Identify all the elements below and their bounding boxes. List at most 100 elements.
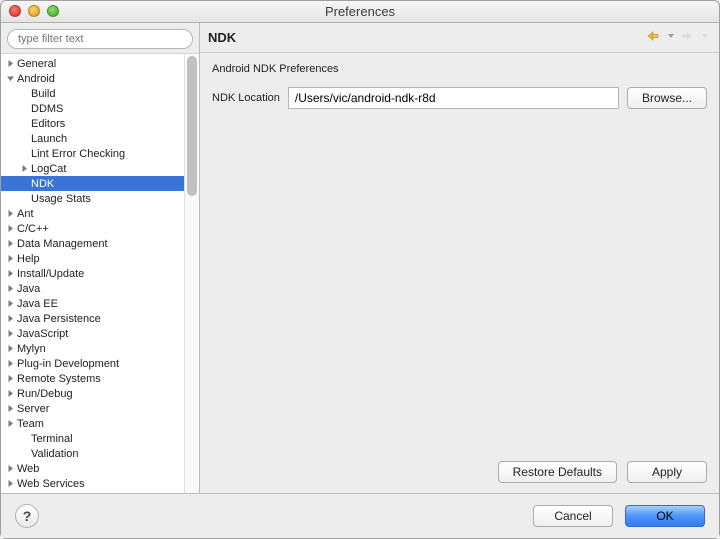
disclosure-triangle-icon[interactable] [5, 389, 15, 399]
disclosure-triangle-icon[interactable] [5, 284, 15, 294]
tree-item-javascript[interactable]: JavaScript [1, 326, 199, 341]
tree-item-label: Java EE [16, 298, 58, 310]
tree-item-label: Run/Debug [16, 388, 73, 400]
window-title: Preferences [1, 4, 719, 19]
disclosure-triangle-icon[interactable] [5, 329, 15, 339]
disclosure-triangle-icon[interactable] [19, 164, 29, 174]
sidebar: General AndroidBuild DDMSEditors LaunchLint… [1, 23, 200, 493]
forward-arrow-icon[interactable] [679, 29, 697, 46]
tree-item-label: C/C++ [16, 223, 49, 235]
disclosure-triangle-icon[interactable] [5, 344, 15, 354]
tree-item-label: Server [16, 403, 49, 415]
header-toolbar [645, 29, 709, 46]
tree-item-team[interactable]: Team [1, 416, 199, 431]
tree-item-data-management[interactable]: Data Management [1, 236, 199, 251]
tree-item-label: Data Management [16, 238, 108, 250]
tree-item-editors[interactable]: Editors [1, 116, 199, 131]
ok-button[interactable]: OK [625, 505, 705, 527]
cancel-button[interactable]: Cancel [533, 505, 613, 527]
tree-item-help[interactable]: Help [1, 251, 199, 266]
tree-item-label: Usage Stats [30, 193, 91, 205]
tree-item-c-c-[interactable]: C/C++ [1, 221, 199, 236]
tree-item-lint-error-checking[interactable]: Lint Error Checking [1, 146, 199, 161]
tree-item-validation[interactable]: Validation [1, 446, 199, 461]
filter-input[interactable] [7, 29, 193, 49]
tree-item-label: Android [16, 73, 55, 85]
disclosure-triangle-icon[interactable] [5, 59, 15, 69]
zoom-window-button[interactable] [47, 5, 59, 17]
tree-item-ddms[interactable]: DDMS [1, 101, 199, 116]
disclosure-triangle-icon[interactable] [5, 419, 15, 429]
tree-item-web-services[interactable]: Web Services [1, 476, 199, 491]
preferences-tree[interactable]: General AndroidBuild DDMSEditors LaunchLint… [1, 54, 199, 493]
disclosure-triangle-icon[interactable] [5, 239, 15, 249]
chevron-down-icon[interactable] [701, 29, 709, 46]
scrollbar[interactable] [184, 54, 199, 493]
tree-spacer [19, 134, 29, 144]
preferences-window: Preferences General AndroidBuild DDMSEdito… [0, 0, 720, 539]
tree-item-remote-systems[interactable]: Remote Systems [1, 371, 199, 386]
tree-item-terminal[interactable]: Terminal [1, 431, 199, 446]
scrollbar-thumb[interactable] [187, 56, 197, 196]
apply-button[interactable]: Apply [627, 461, 707, 483]
close-window-button[interactable] [9, 5, 21, 17]
disclosure-triangle-icon[interactable] [5, 359, 15, 369]
ndk-location-row: NDK Location Browse... [212, 87, 707, 109]
tree-item-logcat[interactable]: LogCat [1, 161, 199, 176]
tree-item-label: Team [16, 418, 44, 430]
tree-item-usage-stats[interactable]: Usage Stats [1, 191, 199, 206]
content-spacer [212, 109, 707, 453]
tree-item-plug-in-development[interactable]: Plug-in Development [1, 356, 199, 371]
tree-item-general[interactable]: General [1, 56, 199, 71]
tree-item-java[interactable]: Java [1, 281, 199, 296]
tree-item-install-update[interactable]: Install/Update [1, 266, 199, 281]
tree-item-build[interactable]: Build [1, 86, 199, 101]
tree-item-java-ee[interactable]: Java EE [1, 296, 199, 311]
tree-scroll: General AndroidBuild DDMSEditors LaunchLint… [1, 54, 199, 493]
tree-item-label: Launch [30, 133, 67, 145]
tree-item-run-debug[interactable]: Run/Debug [1, 386, 199, 401]
tree-item-label: DDMS [30, 103, 63, 115]
disclosure-triangle-icon[interactable] [5, 479, 15, 489]
tree-item-web[interactable]: Web [1, 461, 199, 476]
tree-item-android[interactable]: Android [1, 71, 199, 86]
help-button[interactable]: ? [15, 504, 39, 528]
tree-spacer [19, 149, 29, 159]
tree-spacer [19, 194, 29, 204]
tree-item-label: Mylyn [16, 343, 46, 355]
tree-item-label: General [16, 58, 56, 70]
tree-item-label: Web [16, 463, 39, 475]
disclosure-triangle-icon[interactable] [5, 299, 15, 309]
browse-button[interactable]: Browse... [627, 87, 707, 109]
tree-item-ndk[interactable]: NDK [1, 176, 199, 191]
tree-item-label: Install/Update [16, 268, 84, 280]
disclosure-triangle-icon[interactable] [5, 374, 15, 384]
tree-item-launch[interactable]: Launch [1, 131, 199, 146]
restore-defaults-button[interactable]: Restore Defaults [498, 461, 617, 483]
tree-item-server[interactable]: Server [1, 401, 199, 416]
main-panel: NDK Android NDK Pre [200, 23, 719, 493]
tree-item-label: Validation [30, 448, 79, 460]
section-label: Android NDK Preferences [212, 63, 707, 75]
disclosure-triangle-icon[interactable] [5, 314, 15, 324]
tree-item-mylyn[interactable]: Mylyn [1, 341, 199, 356]
tree-item-label: JavaScript [16, 328, 68, 340]
disclosure-triangle-icon[interactable] [5, 224, 15, 234]
minimize-window-button[interactable] [28, 5, 40, 17]
ndk-location-input[interactable] [288, 87, 619, 109]
chevron-down-icon[interactable] [667, 29, 675, 46]
tree-spacer [19, 119, 29, 129]
disclosure-triangle-icon[interactable] [5, 464, 15, 474]
tree-item-label: Help [16, 253, 40, 265]
disclosure-triangle-icon[interactable] [5, 269, 15, 279]
tree-item-ant[interactable]: Ant [1, 206, 199, 221]
tree-item-java-persistence[interactable]: Java Persistence [1, 311, 199, 326]
tree-item-label: LogCat [30, 163, 66, 175]
back-arrow-icon[interactable] [645, 29, 663, 46]
tree-item-label: Ant [16, 208, 34, 220]
disclosure-triangle-icon[interactable] [5, 254, 15, 264]
tree-spacer [19, 89, 29, 99]
disclosure-triangle-icon[interactable] [5, 404, 15, 414]
disclosure-triangle-icon[interactable] [5, 74, 15, 84]
disclosure-triangle-icon[interactable] [5, 209, 15, 219]
